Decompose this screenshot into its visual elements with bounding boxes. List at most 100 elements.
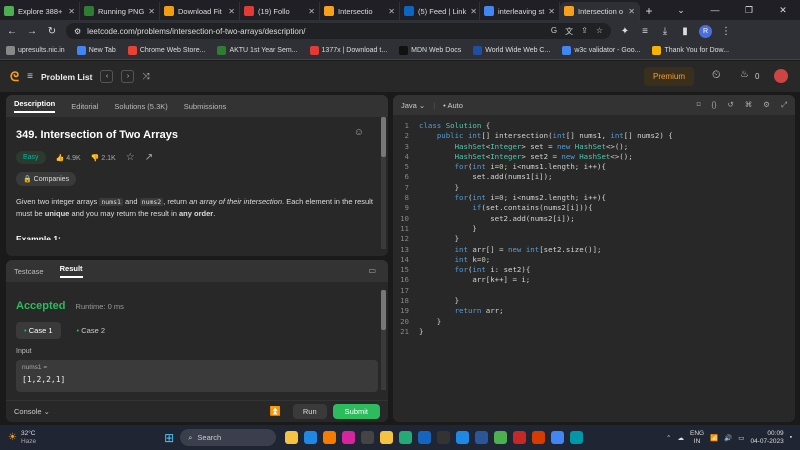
close-tab-icon[interactable]: ✕ [628, 7, 635, 16]
bookmark-item[interactable]: Chrome Web Store... [127, 46, 205, 55]
submit-button[interactable]: Submit [332, 404, 380, 419]
browser-tab[interactable]: Intersectio ✕ [320, 2, 400, 20]
wifi-icon[interactable]: 📶 [710, 434, 718, 442]
close-tab-icon[interactable]: ✕ [228, 7, 235, 16]
settings-icon[interactable]: ⚙ [763, 100, 770, 110]
share-icon[interactable]: ⇪ [581, 26, 588, 37]
like-button[interactable]: 👍 4.9K [56, 154, 81, 162]
bookmark-star-icon[interactable]: ☆ [596, 26, 603, 37]
leetcode-logo[interactable]: ᘓ [10, 69, 19, 85]
info-icon[interactable]: ☺ [354, 127, 364, 138]
case-2-tab[interactable]: • Case 2 [69, 322, 114, 339]
desc-tab-0[interactable]: Description [14, 99, 56, 113]
new-tab-button[interactable]: + [640, 2, 658, 20]
favorite-star-icon[interactable]: ☆ [126, 152, 135, 163]
close-tab-icon[interactable]: ✕ [470, 7, 477, 16]
next-problem-button[interactable]: › [121, 70, 135, 83]
profile-avatar[interactable]: R [699, 24, 712, 38]
braces-icon[interactable]: {} [711, 100, 716, 110]
terminal-icon[interactable] [437, 431, 451, 444]
side-panel-icon[interactable]: ▮ [679, 26, 691, 37]
chrome-menu-icon[interactable]: ⋮ [720, 26, 732, 37]
clock[interactable]: 00:09 04-07-2023 [750, 430, 783, 446]
console-toggle[interactable]: Console ⌄ [14, 407, 50, 416]
instagram-icon[interactable] [342, 431, 356, 444]
close-tab-icon[interactable]: ✕ [308, 7, 315, 16]
back-button[interactable]: ← [6, 26, 18, 37]
app-icon[interactable] [361, 431, 375, 444]
run-button[interactable]: Run [292, 404, 327, 419]
site-info-icon[interactable]: ⚙ [74, 27, 81, 36]
timer-icon[interactable]: ⏲ [712, 69, 721, 82]
file-explorer-icon[interactable] [285, 431, 299, 444]
problem-list-link[interactable]: Problem List [41, 72, 92, 82]
language-select[interactable]: Java ⌄ [401, 101, 425, 110]
case-1-tab[interactable]: • Case 1 [16, 322, 61, 339]
browser-tab[interactable]: (19) Follo ✕ [240, 2, 320, 20]
google-lens-icon[interactable]: G [551, 26, 557, 37]
minimize-button[interactable]: — [698, 5, 732, 15]
vlc-icon[interactable] [323, 431, 337, 444]
address-bar[interactable]: ⚙ leetcode.com/problems/intersection-of-… [66, 23, 611, 39]
weather-widget[interactable]: 32°C Haze [21, 430, 36, 446]
maximize-button[interactable]: ❐ [732, 5, 766, 16]
user-avatar[interactable] [774, 69, 788, 83]
browser-tab[interactable]: Explore 388+ ✕ [0, 2, 80, 20]
media-icon[interactable]: ≡ [639, 26, 651, 37]
notification-icon[interactable]: ▪ [790, 434, 792, 441]
vscode-icon[interactable] [456, 431, 470, 444]
forward-button[interactable]: → [26, 26, 38, 37]
result-tab-0[interactable]: Testcase [14, 267, 44, 276]
bookmark-item[interactable]: MDN Web Docs [399, 46, 461, 55]
premium-button[interactable]: Premium [644, 67, 694, 86]
prev-problem-button[interactable]: ‹ [100, 70, 114, 83]
bookmark-item[interactable]: w3c validator - Goo... [562, 46, 640, 55]
volume-icon[interactable]: 🔊 [724, 434, 732, 442]
expand-panel-icon[interactable]: ▭ [368, 266, 376, 275]
close-tab-icon[interactable]: ✕ [68, 7, 75, 16]
description-scrollbar[interactable] [381, 117, 386, 249]
taskbar-search[interactable]: ⌕ Search [180, 429, 277, 446]
list-icon[interactable]: ≡ [27, 71, 33, 82]
bookmark-item[interactable]: Thank You for Dow... [652, 46, 729, 55]
language-indicator[interactable]: ENG IN [690, 430, 704, 446]
close-window-button[interactable]: ✕ [766, 5, 800, 16]
companies-tag[interactable]: 🔒 Companies [16, 172, 77, 186]
edge-icon[interactable] [304, 431, 318, 444]
windows-start-icon[interactable]: ⊞ [164, 431, 174, 445]
fullscreen-icon[interactable]: ⤢ [781, 100, 787, 110]
result-tab-1[interactable]: Result [59, 264, 83, 278]
chrome-2-icon[interactable] [551, 431, 565, 444]
browser-tab[interactable]: Download Fit ✕ [160, 2, 240, 20]
office-icon[interactable] [532, 431, 546, 444]
desc-tab-3[interactable]: Submissions [184, 102, 227, 111]
bookmark-item[interactable]: World Wide Web C... [473, 46, 550, 55]
close-tab-icon[interactable]: ✕ [148, 7, 155, 16]
store-icon[interactable] [418, 431, 432, 444]
photos-icon[interactable] [399, 431, 413, 444]
desc-tab-2[interactable]: Solutions (5.3K) [114, 102, 167, 111]
bookmark-item[interactable]: New Tab [76, 46, 116, 55]
desc-tab-1[interactable]: Editorial [71, 102, 98, 111]
tray-cloud-icon[interactable]: ☁ [678, 434, 685, 442]
battery-icon[interactable]: ▭ [738, 434, 744, 442]
browser-tab[interactable]: (5) Feed | Link ✕ [400, 2, 480, 20]
mcafee-icon[interactable] [513, 431, 527, 444]
close-tab-icon[interactable]: ✕ [548, 7, 555, 16]
browser-tab[interactable]: interleaving st ✕ [480, 2, 560, 20]
tray-chevron-icon[interactable]: ⌃ [666, 434, 671, 442]
code-area[interactable]: 1 class Solution {2 public int[] intersec… [393, 115, 795, 337]
shuffle-icon[interactable]: ⤨ [142, 71, 149, 82]
streak-icon[interactable]: ♨ [740, 69, 749, 80]
result-scrollbar[interactable] [381, 290, 386, 390]
reload-button[interactable]: ↻ [46, 26, 58, 37]
close-tab-icon[interactable]: ✕ [388, 7, 395, 16]
chrome-icon[interactable] [494, 431, 508, 444]
dislike-button[interactable]: 👎 2.1K [91, 154, 116, 162]
browser-tab[interactable]: Intersection o ✕ [560, 2, 640, 20]
share-link-icon[interactable]: ↗ [145, 152, 153, 163]
shortcut-icon[interactable]: ⌘ [745, 100, 753, 110]
tab-search-icon[interactable]: ⌄ [664, 5, 698, 16]
reset-icon[interactable]: ↺ [727, 100, 733, 110]
word-icon[interactable] [475, 431, 489, 444]
